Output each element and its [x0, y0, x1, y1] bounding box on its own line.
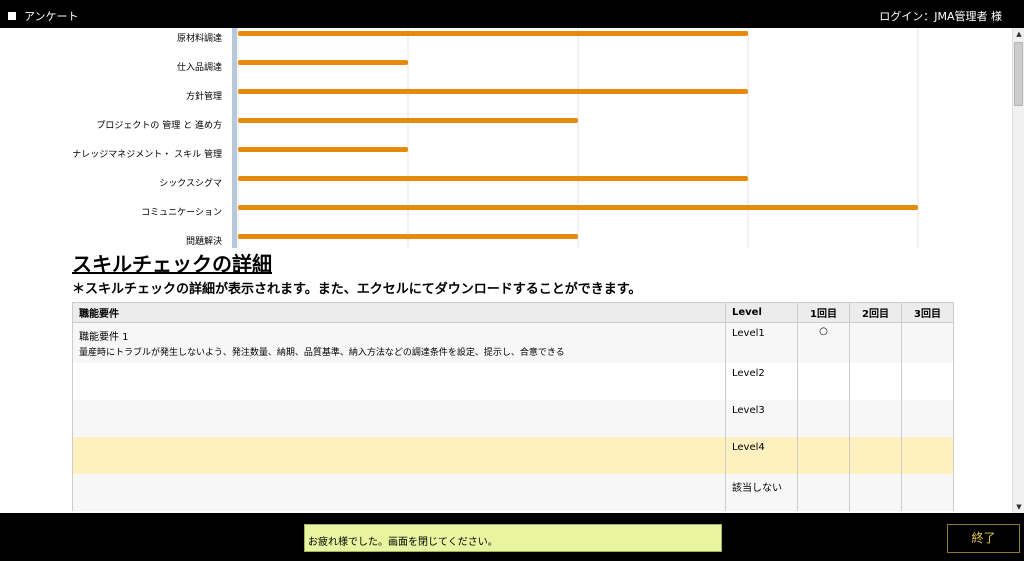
- round1-cell[interactable]: ○: [797, 322, 850, 363]
- status-message: お疲れ様でした。画面を閉じてください。: [304, 524, 722, 552]
- requirement-name: 職能要件 1: [79, 332, 129, 343]
- level-cell: Level4: [725, 437, 798, 474]
- table-row: 該当しない: [72, 474, 954, 511]
- header-requirement: 職能要件: [72, 302, 726, 323]
- bottom-bar: お疲れ様でした。画面を閉じてください。 終了: [0, 513, 1024, 561]
- round3-cell[interactable]: [901, 322, 954, 363]
- round3-cell[interactable]: [901, 437, 954, 474]
- chart-category-label: コミュニケーション: [141, 207, 222, 218]
- requirement-cell: 職能要件 1 量産時にトラブルが発生しないよう、発注数量、納期、品質基準、納入方…: [72, 322, 726, 363]
- round1-cell[interactable]: [797, 400, 850, 437]
- requirement-cell: [72, 363, 726, 400]
- header-round1: 1回目: [797, 302, 850, 323]
- requirement-cell: [72, 400, 726, 437]
- chart-category-label: 原材料調達: [177, 32, 222, 44]
- table-row: Level2: [72, 363, 954, 400]
- chart-axis: [232, 28, 237, 248]
- level-cell: Level2: [725, 363, 798, 400]
- chart-category-label: ナレッジマネジメント・ スキル 管理: [72, 148, 222, 160]
- chart-category-label: 仕入品調達: [177, 61, 222, 73]
- header-round2: 2回目: [849, 302, 902, 323]
- round2-cell[interactable]: [849, 322, 902, 363]
- chart-bar: [238, 147, 408, 152]
- window-title: アンケート: [8, 8, 79, 24]
- chart-bar: [238, 118, 578, 123]
- chart-category-label: 方針管理: [186, 90, 222, 102]
- level-cell: Level1: [725, 322, 798, 363]
- section-description: ＊スキルチェックの詳細が表示されます。また、エクセルにてダウンロードすることがで…: [72, 282, 642, 297]
- login-info: ログイン：JMA管理者 様: [879, 10, 1002, 23]
- header-level: Level: [725, 302, 798, 323]
- header-round3: 3回目: [901, 302, 954, 323]
- chart-category-label: プロジェクトの 管理 と 進め方: [96, 119, 222, 131]
- chart-category-label: シックスシグマ: [159, 177, 222, 189]
- table-row: Level3: [72, 400, 954, 437]
- chart-bar: [238, 31, 748, 36]
- scroll-down-icon[interactable]: ▼: [1013, 501, 1024, 513]
- chart-bar: [238, 205, 918, 210]
- round3-cell[interactable]: [901, 400, 954, 437]
- round2-cell[interactable]: [849, 400, 902, 437]
- app-square-icon: [8, 12, 16, 20]
- round1-cell[interactable]: [797, 437, 850, 474]
- main-content: 原材料調達仕入品調達方針管理プロジェクトの 管理 と 進め方ナレッジマネジメント…: [0, 28, 1012, 513]
- level-cell: Level3: [725, 400, 798, 437]
- table-row: 職能要件 1 量産時にトラブルが発生しないよう、発注数量、納期、品質基準、納入方…: [72, 322, 954, 363]
- requirement-cell: [72, 474, 726, 511]
- chart-bar: [238, 176, 748, 181]
- section-title: スキルチェックの詳細: [72, 252, 272, 276]
- round1-cell[interactable]: [797, 474, 850, 511]
- skill-bar-chart: 原材料調達仕入品調達方針管理プロジェクトの 管理 と 進め方ナレッジマネジメント…: [72, 28, 919, 248]
- end-button[interactable]: 終了: [947, 524, 1020, 553]
- title-bar: アンケート ログイン：JMA管理者 様: [0, 0, 1024, 28]
- window-title-label: アンケート: [24, 10, 79, 23]
- table-row-highlighted: Level4: [72, 437, 954, 474]
- table-header-row: 職能要件 Level 1回目 2回目 3回目: [72, 302, 954, 323]
- round2-cell[interactable]: [849, 437, 902, 474]
- round2-cell[interactable]: [849, 363, 902, 400]
- chart-bar: [238, 60, 408, 65]
- round3-cell[interactable]: [901, 363, 954, 400]
- chart-bar: [238, 89, 748, 94]
- round1-cell[interactable]: [797, 363, 850, 400]
- skill-detail-table: 職能要件 Level 1回目 2回目 3回目 職能要件 1 量産時にトラブルが発…: [72, 302, 954, 511]
- scroll-thumb[interactable]: [1014, 42, 1023, 106]
- requirement-cell: [72, 437, 726, 474]
- chart-category-label: 問題解決: [186, 235, 222, 247]
- chart-category-labels: 原材料調達仕入品調達方針管理プロジェクトの 管理 と 進め方ナレッジマネジメント…: [72, 32, 222, 247]
- vertical-scrollbar[interactable]: ▲ ▼: [1012, 28, 1024, 513]
- round2-cell[interactable]: [849, 474, 902, 511]
- requirement-description: 量産時にトラブルが発生しないよう、発注数量、納期、品質基準、納入方法などの調達条…: [79, 348, 565, 358]
- round3-cell[interactable]: [901, 474, 954, 511]
- level-cell: 該当しない: [725, 474, 798, 511]
- chart-bar: [238, 234, 578, 239]
- scroll-up-icon[interactable]: ▲: [1013, 28, 1024, 40]
